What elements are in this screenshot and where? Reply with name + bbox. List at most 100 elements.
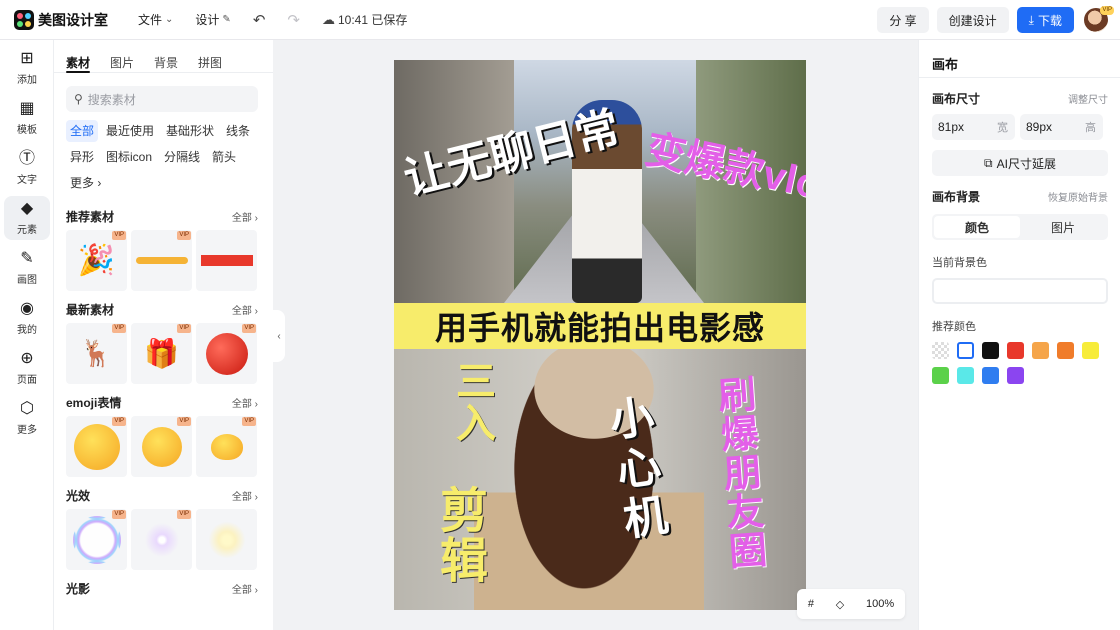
swatch-light-orange[interactable] bbox=[1032, 342, 1049, 359]
chip-arrows[interactable]: 箭头 bbox=[208, 146, 240, 168]
create-design-button[interactable]: 创建设计 bbox=[936, 7, 1009, 33]
chip-all[interactable]: 全部 bbox=[66, 120, 99, 142]
chick-icon bbox=[210, 433, 243, 460]
asset-reindeer-sleigh[interactable]: VIP 🦌 bbox=[66, 323, 127, 384]
redo-icon[interactable]: ↷ bbox=[287, 11, 300, 29]
avatar[interactable]: VIP bbox=[1084, 6, 1114, 32]
swatch-cyan[interactable] bbox=[957, 367, 974, 384]
ai-extend-icon: ⧉ bbox=[984, 155, 993, 170]
asset-emoji-scared[interactable]: VIP bbox=[66, 416, 127, 477]
download-icon: ⤓ bbox=[1028, 12, 1034, 27]
section-title: emoji表情 bbox=[66, 395, 122, 410]
share-button[interactable]: 分 享 bbox=[877, 7, 929, 33]
undo-icon[interactable]: ↶ bbox=[253, 11, 266, 29]
swatch-yellow[interactable] bbox=[1082, 342, 1099, 359]
section-all-link[interactable]: 全部 › bbox=[232, 488, 258, 503]
swatch-green[interactable] bbox=[932, 367, 949, 384]
chip-more[interactable]: 更多 › bbox=[66, 172, 105, 194]
grid-icon[interactable]: # bbox=[808, 598, 814, 610]
section-all-link[interactable]: 全部 › bbox=[232, 395, 258, 410]
swatch-transparent[interactable] bbox=[932, 342, 949, 359]
file-menu-label: 文件 bbox=[138, 13, 163, 27]
tab-background[interactable]: 背景 bbox=[154, 54, 178, 73]
swatch-orange[interactable] bbox=[1057, 342, 1074, 359]
chip-basic-shapes[interactable]: 基础形状 bbox=[162, 120, 218, 142]
layers-icon[interactable]: ◇ bbox=[836, 598, 844, 611]
logo-mark-icon bbox=[14, 9, 34, 30]
rail-item-text[interactable]: Ⓣ 文字 bbox=[4, 146, 50, 190]
canvas-poster[interactable]: 用手机就能拍出电影感 让无聊日常 变爆款vlog 三入 剪辑 小心机 刷爆朋友圈 bbox=[394, 60, 806, 610]
rail-item-mine[interactable]: ◉ 我的 bbox=[4, 296, 50, 340]
design-menu[interactable]: 设计 ✎ bbox=[195, 11, 230, 28]
chip-recent[interactable]: 最近使用 bbox=[102, 120, 158, 142]
zoom-level[interactable]: 100% bbox=[866, 598, 894, 610]
section-latest: 最新素材 全部 › bbox=[66, 299, 258, 319]
save-time: 10:41 bbox=[337, 12, 368, 27]
vip-badge: VIP bbox=[112, 510, 126, 519]
template-icon: ▦ bbox=[19, 100, 35, 117]
plus-square-icon: ⊞ bbox=[20, 50, 34, 67]
swatch-black[interactable] bbox=[982, 342, 999, 359]
rail-label: 模板 bbox=[17, 125, 37, 136]
section-light-shadow: 光影 全部 › bbox=[66, 578, 258, 598]
swatch-white[interactable] bbox=[957, 342, 974, 359]
height-field[interactable]: 89px 高 bbox=[1020, 114, 1103, 140]
user-circle-icon: ◉ bbox=[20, 300, 34, 317]
chip-icons[interactable]: 图标icon bbox=[102, 146, 156, 168]
rail-label: 我的 bbox=[17, 325, 37, 336]
app-logo[interactable]: 美图设计室 bbox=[14, 9, 108, 30]
swatch-blue[interactable] bbox=[982, 367, 999, 384]
panel-title: 画布 bbox=[919, 40, 1120, 78]
chip-dividers[interactable]: 分隔线 bbox=[160, 146, 204, 168]
section-all-link[interactable]: 全部 › bbox=[232, 581, 258, 596]
chip-irregular[interactable]: 异形 bbox=[66, 146, 98, 168]
asset-glow[interactable] bbox=[196, 509, 257, 570]
tab-bg-image[interactable]: 图片 bbox=[1020, 216, 1106, 238]
asset-yellow-stroke[interactable]: VIP bbox=[131, 230, 192, 291]
swatch-purple[interactable] bbox=[1007, 367, 1024, 384]
asset-party-popper[interactable]: VIP 🎉 bbox=[66, 230, 127, 291]
band-title[interactable]: 用手机就能拍出电影感 bbox=[435, 303, 765, 349]
height-value: 89px bbox=[1026, 120, 1053, 134]
vip-badge: VIP bbox=[177, 510, 191, 519]
current-bg-label: 当前背景色 bbox=[932, 257, 987, 269]
section-all-link[interactable]: 全部 › bbox=[232, 209, 258, 224]
section-title: 光效 bbox=[66, 488, 91, 503]
tab-material[interactable]: 素材 bbox=[66, 54, 91, 73]
current-color-field[interactable] bbox=[932, 278, 1108, 304]
tab-collage[interactable]: 拼图 bbox=[198, 54, 222, 73]
search-input[interactable]: ⚲ 搜索素材 bbox=[66, 86, 258, 112]
panel-collapse-handle[interactable]: ‹ bbox=[273, 310, 285, 362]
canvas-properties-panel: 画布 画布尺寸 调整尺寸 81px 宽 89px 高 ⧉ AI尺寸延展 画布背景 恢复… bbox=[918, 40, 1120, 630]
asset-apple[interactable]: VIP bbox=[196, 323, 257, 384]
asset-bubble[interactable]: VIP bbox=[66, 509, 127, 570]
rail-item-more[interactable]: ⬡ 更多 bbox=[4, 396, 50, 440]
asset-emoji-thinking[interactable]: VIP bbox=[131, 416, 192, 477]
ai-resize-button[interactable]: ⧉ AI尺寸延展 bbox=[932, 150, 1108, 176]
asset-emoji-chick[interactable]: VIP bbox=[196, 416, 257, 477]
rail-item-template[interactable]: ▦ 模板 bbox=[4, 96, 50, 140]
rail-item-elements[interactable]: ◆ 元素 bbox=[4, 196, 50, 240]
resize-link[interactable]: 调整尺寸 bbox=[1068, 91, 1108, 106]
file-menu[interactable]: 文件 ⌄ bbox=[138, 11, 173, 28]
rail-item-draw[interactable]: ✎ 画图 bbox=[4, 246, 50, 290]
portrait-girl bbox=[474, 349, 704, 610]
swatch-red[interactable] bbox=[1007, 342, 1024, 359]
overlay-text-sanru[interactable]: 三入 bbox=[450, 360, 494, 444]
asset-snow-globe[interactable]: VIP 🎁 bbox=[131, 323, 192, 384]
tab-color[interactable]: 颜色 bbox=[934, 216, 1020, 238]
search-placeholder: 搜索素材 bbox=[87, 92, 136, 107]
tab-image[interactable]: 图片 bbox=[110, 54, 134, 73]
rail-item-page[interactable]: ⊕ 页面 bbox=[4, 346, 50, 390]
asset-sparkle[interactable]: VIP bbox=[131, 509, 192, 570]
rail-item-add[interactable]: ⊞ 添加 bbox=[4, 46, 50, 90]
download-button[interactable]: ⤓ 下载 bbox=[1016, 7, 1074, 33]
chip-lines[interactable]: 线条 bbox=[222, 120, 254, 142]
section-all-link[interactable]: 全部 › bbox=[232, 302, 258, 317]
section-all-label: 全部 bbox=[231, 305, 252, 317]
overlay-text-jianji[interactable]: 剪辑 bbox=[432, 485, 485, 585]
width-field[interactable]: 81px 宽 bbox=[932, 114, 1015, 140]
reset-bg-link[interactable]: 恢复原始背景 bbox=[1048, 189, 1108, 204]
glow-icon bbox=[206, 519, 247, 560]
asset-red-bar[interactable] bbox=[196, 230, 257, 291]
